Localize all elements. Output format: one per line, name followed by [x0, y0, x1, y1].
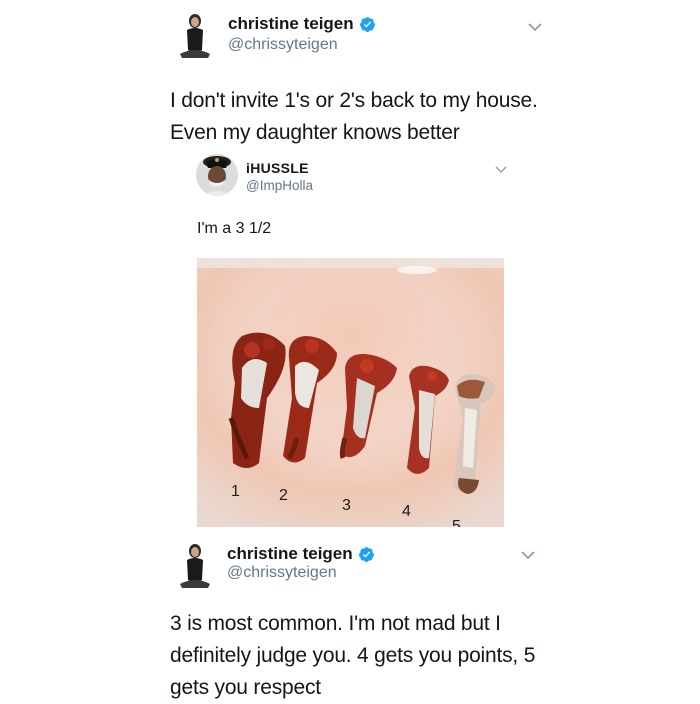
chevron-down-icon[interactable] — [527, 22, 543, 32]
tweet-text: I'm a 3 1/2 — [197, 220, 272, 237]
verified-badge-icon — [359, 16, 375, 32]
tweet-text-line: Even my daughter knows better — [170, 121, 460, 144]
tweet-photo[interactable]: 1 2 3 4 5 — [197, 258, 504, 527]
avatar[interactable] — [172, 10, 218, 60]
author-handle[interactable]: @ImpHolla — [246, 178, 313, 193]
avatar[interactable] — [172, 540, 218, 590]
author-handle[interactable]: @chrissyteigen — [227, 564, 337, 582]
avatar[interactable] — [196, 154, 238, 196]
chevron-down-icon[interactable] — [495, 166, 507, 174]
chicken-wings-image: 1 2 3 4 5 — [197, 258, 504, 527]
tweet-text-line: gets you respect — [170, 676, 321, 699]
avatar-photo — [180, 14, 210, 58]
tweet-text-line: I don't invite 1's or 2's back to my hou… — [170, 89, 538, 112]
wing-label: 2 — [279, 487, 288, 504]
author-handle[interactable]: @chrissyteigen — [228, 36, 338, 54]
author-name[interactable]: christine teigen — [227, 544, 375, 564]
tweet-text: 3 is most common. I'm not mad but I defi… — [170, 608, 535, 704]
tweet-text: I don't invite 1's or 2's back to my hou… — [170, 85, 538, 149]
avatar-photo — [196, 154, 238, 196]
verified-badge-icon — [358, 546, 374, 562]
tweet-text-line: 3 is most common. I'm not mad but I — [170, 612, 501, 635]
chevron-down-icon[interactable] — [520, 550, 536, 560]
tweet-text-line: definitely judge you. 4 gets you points,… — [170, 644, 536, 667]
wing-label: 3 — [342, 497, 351, 514]
author-name[interactable]: iHUSSLE — [246, 160, 309, 176]
wing-label: 1 — [231, 483, 240, 500]
wing-label: 4 — [402, 503, 411, 520]
wing-label: 5 — [452, 518, 461, 527]
author-name[interactable]: christine teigen — [228, 14, 376, 34]
avatar-photo — [180, 544, 210, 588]
